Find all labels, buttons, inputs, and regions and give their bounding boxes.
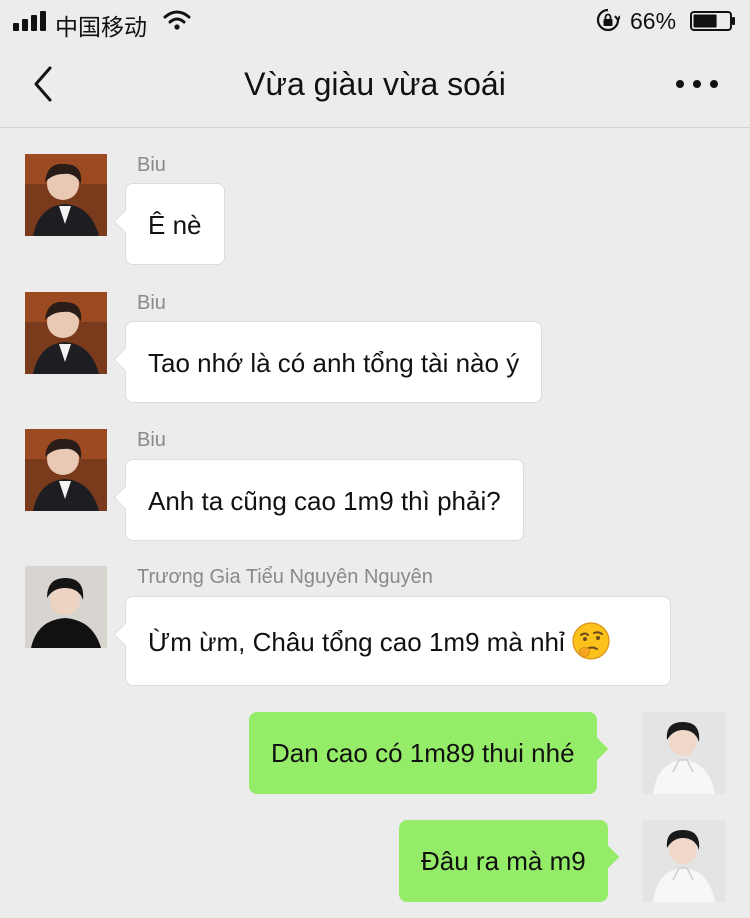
more-dots-icon[interactable] [674, 72, 720, 96]
avatar[interactable] [643, 712, 725, 794]
status-bar: 中国移动 66% [0, 0, 750, 42]
avatar[interactable] [25, 154, 107, 236]
battery-icon [690, 11, 735, 31]
signal-icon [13, 11, 47, 31]
sender-name: Biu [137, 154, 166, 176]
avatar[interactable] [643, 820, 725, 902]
message-bubble[interactable]: Dan cao có 1m89 thui nhé [249, 712, 597, 794]
sender-name: Biu [137, 429, 166, 451]
message-text: Ê nè [148, 210, 202, 240]
message-bubble[interactable]: Anh ta cũng cao 1m9 thì phải? [125, 459, 524, 541]
rotation-lock-icon [596, 8, 620, 32]
sender-name: Biu [137, 292, 166, 314]
avatar[interactable] [25, 566, 107, 648]
wifi-icon [163, 10, 191, 30]
avatar[interactable] [25, 292, 107, 374]
sender-name: Trương Gia Tiểu Nguyên Nguyên [137, 566, 433, 588]
message-bubble[interactable]: Đâu ra mà m9 [399, 820, 608, 902]
avatar[interactable] [25, 429, 107, 511]
message-text: Anh ta cũng cao 1m9 thì phải? [148, 486, 501, 516]
message-text: Tao nhớ là có anh tổng tài nào ý [148, 348, 520, 378]
message-text: Dan cao có 1m89 thui nhé [271, 738, 575, 768]
message-bubble[interactable]: Ê nè [125, 183, 225, 265]
message-text: Đâu ra mà m9 [421, 846, 586, 876]
chat-header: Vừa giàu vừa soái [0, 42, 750, 128]
message-bubble[interactable]: Ừm ừm, Châu tổng cao 1m9 mà nhỉ [125, 596, 671, 686]
carrier-name: 中国移动 [55, 15, 147, 41]
battery-percent: 66% [630, 8, 677, 34]
thinking-face-emoji [572, 622, 610, 660]
message-bubble[interactable]: Tao nhớ là có anh tổng tài nào ý [125, 321, 543, 403]
chat-title: Vừa giàu vừa soái [244, 66, 506, 102]
message-text: Ừm ừm, Châu tổng cao 1m9 mà nhỉ [148, 627, 565, 657]
